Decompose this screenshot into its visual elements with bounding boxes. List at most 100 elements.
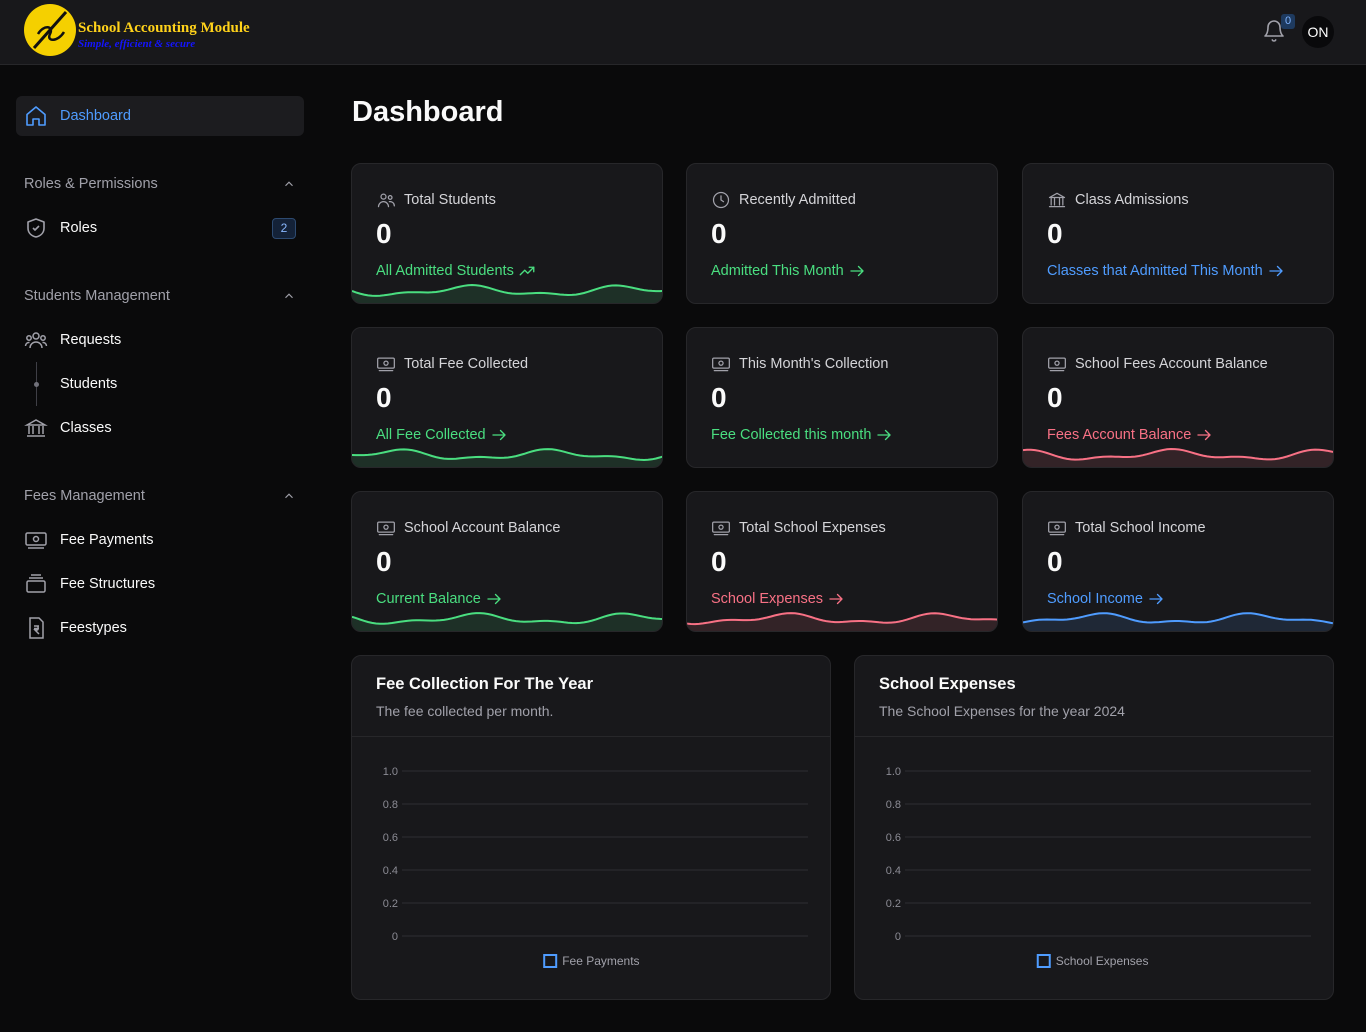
y-tick-label: 0.8 [886,799,901,811]
legend-label: Fee Payments [562,954,639,968]
sidebar-item-requests[interactable]: Requests [16,320,304,360]
stat-card-link[interactable]: Admitted This Month [711,262,866,280]
sidebar-item-classes[interactable]: Classes [16,408,304,448]
sidebar-item-label: Requests [60,332,122,348]
stat-card-link-label: Current Balance [376,591,481,607]
legend-swatch [543,954,558,968]
sparkline [352,612,662,631]
legend-item[interactable]: School Expenses [1036,954,1149,968]
section-roles-permissions[interactable]: Roles & Permissions [24,174,296,194]
stat-card-link[interactable]: All Fee Collected [376,426,508,444]
stat-card-label: Total Students [376,190,496,210]
section-label: Fees Management [24,488,145,504]
stat-card-value: 0 [711,382,727,413]
rupee-file-icon [29,617,44,639]
banknote-icon [1048,521,1066,536]
users-icon [377,193,395,208]
building-columns-icon [24,419,48,437]
stat-card-title: Total Fee Collected [404,356,529,372]
stat-card-link-label: All Fee Collected [376,427,486,443]
page-title: Dashboard [352,96,504,128]
stat-card-value: 0 [376,546,392,577]
stat-card-label: Total Fee Collected [376,354,528,374]
stat-card-link-label: School Income [1047,591,1143,607]
stat-card-link-label: Fee Collected this month [711,427,872,443]
stat-card-link[interactable]: Fees Account Balance [1047,426,1213,444]
arrow-right-icon [877,429,892,441]
stat-card-value: 0 [1047,546,1063,577]
legend-label: School Expenses [1056,954,1149,968]
trending-up-icon [519,266,535,276]
section-fees-management[interactable]: Fees Management [24,486,296,506]
stat-card-label: School Account Balance [376,518,560,538]
shield-check-icon [27,218,45,238]
stat-card-label: This Month's Collection [711,354,888,374]
stat-card: School Account Balance 0 Current Balance [351,491,663,632]
app-tagline: Simple, efficient & secure [78,38,196,50]
stat-card-link[interactable]: Current Balance [376,590,503,608]
stat-card-link-label: School Expenses [711,591,824,607]
fee-collection-chart-panel: Fee Collection For The Year The fee coll… [351,655,831,1000]
stat-card-title: Total School Expenses [739,520,886,536]
app-logo[interactable]: School Accounting Module Simple, efficie… [24,4,284,60]
chart-subtitle: The fee collected per month. [376,703,554,719]
arrow-right-icon [850,265,864,277]
chevron-up-icon [285,293,293,299]
stat-card-link-label: Fees Account Balance [1047,427,1192,443]
chart-subtitle: The School Expenses for the year 2024 [879,703,1125,719]
users-icon [24,332,48,349]
stat-card: Class Admissions 0 Classes that Admitted… [1022,163,1334,304]
stat-card-label: Recently Admitted [711,190,856,210]
stat-card-label: Total School Income [1047,518,1206,538]
sidebar-item-students[interactable]: Students [16,364,304,404]
stat-card-value: 0 [711,218,727,249]
y-tick-label: 0.4 [383,865,398,877]
app-title: School Accounting Module [78,20,250,36]
user-avatar[interactable]: ON [1302,16,1334,48]
arrow-right-icon [487,593,501,605]
layers-icon [26,574,46,593]
top-bar: School Accounting Module Simple, efficie… [0,0,1366,65]
stat-card-link[interactable]: Classes that Admitted This Month [1047,262,1285,280]
y-tick-label: 0 [392,931,398,943]
sparkline [1023,612,1333,631]
stat-card-title: Recently Admitted [739,192,856,208]
sidebar-item-roles[interactable]: Roles 2 [16,208,304,248]
stat-card: This Month's Collection 0 Fee Collected … [686,327,998,468]
arrow-right-icon [491,429,506,441]
banknote-icon [377,357,395,372]
banknote-icon [377,521,395,536]
stat-card-title: Total Students [404,192,496,208]
stat-card-value: 0 [1047,382,1063,413]
section-students-management[interactable]: Students Management [24,286,296,306]
stat-card-link[interactable]: School Expenses [711,590,845,608]
arrow-right-icon [829,593,843,605]
sidebar-item-label: Dashboard [60,108,131,124]
arrow-right-icon [1269,265,1283,277]
legend-swatch [1036,954,1051,968]
y-tick-label: 0.4 [886,865,901,877]
y-tick-label: 1.0 [886,766,901,778]
arrow-right-icon [1197,429,1211,441]
stat-card-link-label: Admitted This Month [711,263,844,279]
section-label: Roles & Permissions [24,176,158,192]
sidebar-item-label: Students [60,376,118,392]
stat-card-label: Total School Expenses [711,518,886,538]
sidebar-item-fee-structures[interactable]: Fee Structures [16,564,304,604]
stat-card-title: Class Admissions [1075,192,1189,208]
sidebar-item-feestypes[interactable]: Feestypes [16,608,304,648]
stat-card-title: This Month's Collection [739,356,889,372]
stat-card-link-label: Classes that Admitted This Month [1047,263,1263,279]
banknote-icon [1048,357,1066,372]
stat-card-link[interactable]: School Income [1047,590,1165,608]
sidebar-item-dashboard[interactable]: Dashboard [16,96,304,136]
fee-collection-chart: 0 0.2 0.4 0.6 0.8 1.0 Fee Payments [383,766,808,968]
sidebar-item-fee-payments[interactable]: Fee Payments [16,520,304,560]
stat-card-title: Total School Income [1075,520,1206,536]
y-tick-label: 0.2 [383,898,398,910]
stat-card-label: Class Admissions [1047,190,1189,210]
legend-item[interactable]: Fee Payments [543,954,640,968]
stat-card-link[interactable]: All Admitted Students [376,262,536,280]
banknote-icon [25,532,47,549]
stat-card-link[interactable]: Fee Collected this month [711,426,893,444]
